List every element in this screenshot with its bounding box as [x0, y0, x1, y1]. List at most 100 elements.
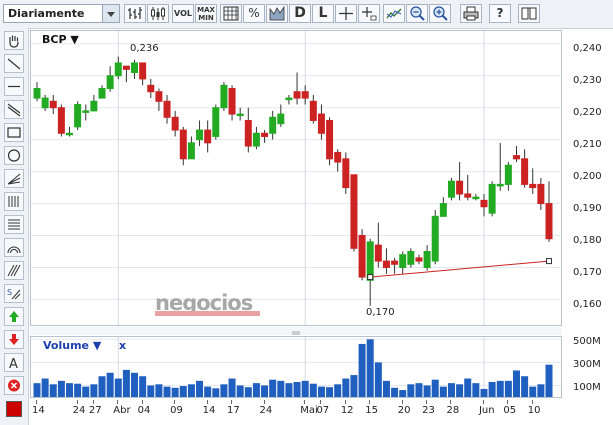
x-tick: 24 — [72, 405, 86, 416]
volume-bar — [545, 364, 553, 397]
candle-body — [439, 203, 447, 217]
crosshair-label-icon — [359, 5, 379, 22]
move-down-tool[interactable] — [4, 330, 24, 349]
color-picker[interactable] — [6, 401, 22, 417]
maxmin-toggle-button[interactable]: MAX MIN — [195, 4, 217, 23]
volume-toggle-button[interactable]: VOL — [172, 4, 194, 23]
x-tick-mark — [36, 400, 37, 404]
move-up-tool[interactable] — [4, 307, 24, 326]
volume-label: Volume — [43, 339, 89, 352]
volume-bar — [399, 390, 407, 397]
x-tick-mark — [92, 400, 94, 404]
price-axis: 0,240 0,230 0,220 0,210 0,200 0,190 0,18… — [562, 30, 613, 326]
volume-bar — [488, 382, 496, 397]
pan-tool[interactable] — [4, 31, 24, 50]
x-tick-mark — [206, 400, 208, 404]
print-button[interactable] — [460, 4, 482, 23]
candle-body — [407, 251, 415, 265]
candle-body — [252, 132, 260, 147]
gann-tool[interactable] — [4, 261, 24, 280]
high-annotation: 0,236 — [130, 43, 159, 54]
candle-body — [90, 100, 98, 112]
period-select[interactable]: Diariamente — [3, 4, 120, 23]
delete-tool[interactable] — [4, 376, 24, 395]
vertical-lines-icon — [5, 194, 23, 209]
volume-bar — [33, 383, 41, 397]
text-a-icon: A — [5, 355, 23, 370]
d-button[interactable]: D — [289, 4, 311, 23]
candle-body — [399, 254, 407, 268]
candlestick-icon — [148, 5, 168, 22]
y-tick: 0,200 — [573, 171, 602, 182]
ellipse-tool[interactable] — [4, 146, 24, 165]
bar-chart-button[interactable] — [124, 4, 146, 23]
volume-bar — [106, 372, 114, 397]
candle-body — [187, 142, 195, 160]
crosshair-button[interactable] — [335, 4, 357, 23]
fan-lines-icon — [5, 171, 23, 186]
candle-body — [374, 244, 382, 262]
volume-bar — [131, 372, 139, 397]
x-tick: Abr — [113, 405, 131, 416]
zoom-out-button[interactable] — [406, 4, 428, 23]
x-tick: 28 — [446, 405, 460, 416]
line-tool[interactable] — [4, 54, 24, 73]
crosshair-label-button[interactable] — [358, 4, 380, 23]
volume-bar — [196, 380, 204, 397]
volume-close-button[interactable]: x — [119, 339, 126, 352]
channel-tool[interactable] — [4, 100, 24, 119]
y-tick: 0,160 — [573, 299, 602, 310]
x-tick-mark — [320, 400, 322, 404]
volume-indicator-select[interactable]: Volume ▼ — [43, 339, 101, 352]
volume-bar — [228, 378, 236, 397]
fibonacci-retracement-tool[interactable] — [4, 215, 24, 234]
percent-button[interactable]: % — [243, 4, 265, 23]
compare-button[interactable] — [383, 4, 405, 23]
x-tick-mark — [263, 400, 265, 404]
ticker-select[interactable]: BCP ▼ — [42, 33, 79, 46]
candle-body — [179, 129, 187, 160]
speed-lines-tool[interactable]: S — [4, 284, 24, 303]
horizontal-line-tool[interactable] — [4, 77, 24, 96]
x-tick-mark — [231, 400, 233, 404]
x-tick: 09 — [170, 405, 183, 416]
candle-body — [139, 62, 147, 80]
candle-body — [464, 193, 472, 198]
candle-body — [496, 183, 504, 187]
candle-body — [196, 129, 204, 141]
period-select-label: Diariamente — [8, 7, 85, 20]
text-tool[interactable]: A — [4, 353, 24, 372]
fan-tool[interactable] — [4, 169, 24, 188]
candle-body — [537, 183, 545, 205]
fibonacci-tool[interactable] — [4, 192, 24, 211]
pane-splitter[interactable] — [30, 327, 562, 335]
price-chart[interactable] — [30, 30, 562, 326]
candle-body — [285, 97, 293, 101]
horizontal-line-icon — [5, 79, 23, 94]
help-button[interactable]: ? — [489, 4, 511, 23]
volume-chart[interactable] — [30, 336, 562, 398]
candlestick-button[interactable] — [147, 4, 169, 23]
log-scale-button[interactable] — [266, 4, 288, 23]
candle-body — [521, 158, 529, 185]
arrow-down-icon — [5, 332, 23, 347]
trendline-handle — [546, 258, 552, 265]
arc-tool[interactable] — [4, 238, 24, 257]
zoom-in-button[interactable] — [429, 4, 451, 23]
volume-bar — [98, 376, 106, 397]
volume-bar — [537, 384, 545, 397]
volume-bar — [204, 386, 212, 397]
book-button[interactable] — [518, 4, 540, 23]
book-icon — [519, 5, 539, 22]
horizontal-levels-icon — [5, 217, 23, 232]
l-button[interactable]: L — [312, 4, 334, 23]
vol-y-tick: 300M — [573, 359, 601, 370]
candle-body — [147, 84, 155, 93]
x-tick: 24 — [259, 405, 273, 416]
y-tick: 0,220 — [573, 107, 602, 118]
volume-bar — [285, 383, 293, 397]
rectangle-tool[interactable] — [4, 123, 24, 142]
watermark-bar — [155, 311, 260, 316]
candle-body — [261, 132, 269, 137]
grid-toggle-button[interactable] — [220, 4, 242, 23]
